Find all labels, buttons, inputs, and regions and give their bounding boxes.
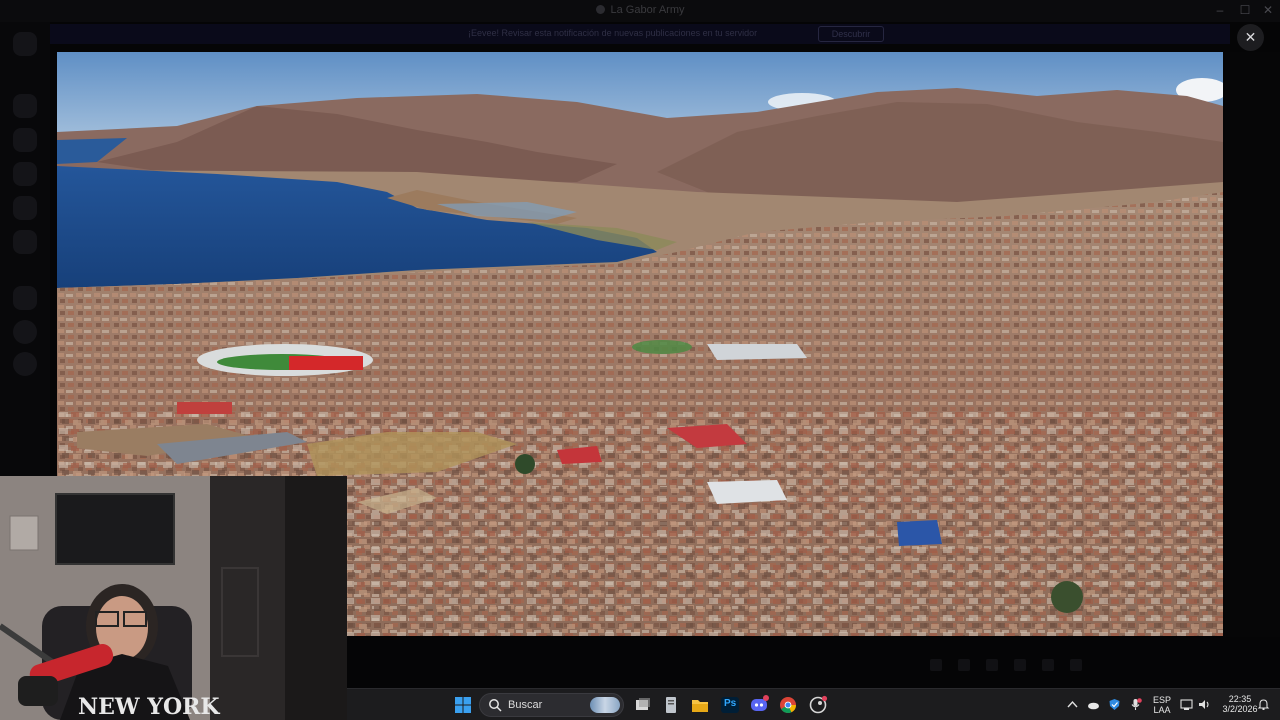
server-icon[interactable] bbox=[13, 162, 37, 186]
banner-button[interactable]: Descubrir bbox=[818, 26, 884, 42]
taskbar-app-notepad[interactable] bbox=[661, 695, 681, 715]
search-highlight-image bbox=[590, 697, 620, 713]
task-view-icon bbox=[636, 698, 650, 710]
webcam-feed-illustration: NEW YORK bbox=[0, 476, 347, 720]
steam-icon bbox=[809, 695, 828, 714]
microphone-icon[interactable] bbox=[1129, 698, 1142, 711]
banner-text: ¡Eevee! Revisar esta notificación de nue… bbox=[468, 28, 758, 38]
volume-icon[interactable] bbox=[1198, 698, 1211, 711]
taskbar-app-discord[interactable] bbox=[749, 695, 769, 715]
server-icon[interactable] bbox=[13, 286, 37, 310]
taskbar-search-box[interactable]: Buscar bbox=[479, 693, 624, 717]
security-shield-icon[interactable] bbox=[1108, 698, 1121, 711]
webcam-overlay: NEW YORK bbox=[0, 476, 347, 720]
toolbar-icon bbox=[986, 659, 998, 671]
background-window-title: La Gabor Army bbox=[0, 4, 1280, 16]
toolbar-icon bbox=[1014, 659, 1026, 671]
background-window-titlebar: La Gabor Army – ☐ ✕ bbox=[0, 0, 1280, 22]
maximize-icon[interactable]: ☐ bbox=[1233, 3, 1257, 17]
task-view-button[interactable] bbox=[633, 695, 653, 715]
keyboard-layout: LAA bbox=[1153, 705, 1171, 715]
taskbar-app-photoshop[interactable]: Ps bbox=[720, 695, 740, 715]
window-close-icon[interactable]: ✕ bbox=[1256, 3, 1280, 17]
taskbar-app-steam[interactable] bbox=[808, 695, 828, 715]
background-server-rail bbox=[0, 22, 50, 482]
network-icon[interactable] bbox=[1180, 698, 1193, 711]
toolbar-icon bbox=[1042, 659, 1054, 671]
windows-taskbar: Buscar Ps ESP LAA 22:35 3/2/2026 bbox=[347, 688, 1280, 720]
photoshop-label: Ps bbox=[724, 698, 737, 709]
windows-logo-icon bbox=[455, 697, 471, 713]
discord-icon bbox=[751, 695, 769, 711]
onedrive-icon[interactable] bbox=[1087, 698, 1100, 711]
notification-bell-icon[interactable] bbox=[1257, 698, 1270, 711]
chevron-up-icon[interactable] bbox=[1066, 698, 1079, 711]
screen: La Gabor Army – ☐ ✕ ¡Eevee! Revisar esta… bbox=[0, 0, 1280, 720]
viewer-close-button[interactable]: ✕ bbox=[1237, 24, 1264, 51]
taskbar-app-chrome[interactable] bbox=[778, 695, 798, 715]
app-logo-icon bbox=[595, 5, 605, 14]
background-notification-banner: ¡Eevee! Revisar esta notificación de nue… bbox=[40, 24, 1230, 44]
folder-icon bbox=[692, 700, 708, 712]
server-icon[interactable] bbox=[13, 196, 37, 220]
toolbar-icon bbox=[958, 659, 970, 671]
toolbar-icon bbox=[1070, 659, 1082, 671]
svg-text:NEW YORK: NEW YORK bbox=[78, 694, 220, 720]
search-placeholder: Buscar bbox=[508, 699, 543, 711]
server-icon[interactable] bbox=[13, 128, 37, 152]
search-icon bbox=[489, 699, 502, 712]
windows-start-button[interactable] bbox=[453, 695, 473, 715]
language-code: ESP bbox=[1152, 695, 1171, 705]
minimize-icon[interactable]: – bbox=[1208, 3, 1232, 17]
background-member-panel bbox=[1225, 52, 1280, 637]
toolbar-icon bbox=[930, 659, 942, 671]
server-icon[interactable] bbox=[13, 32, 37, 56]
notepad-icon bbox=[666, 697, 676, 713]
server-icon[interactable] bbox=[13, 230, 37, 254]
language-indicator[interactable]: ESP LAA bbox=[1147, 695, 1177, 715]
server-icon[interactable] bbox=[13, 94, 37, 118]
taskbar-app-file-explorer[interactable] bbox=[690, 695, 710, 715]
add-server-icon[interactable] bbox=[13, 320, 37, 344]
explore-icon[interactable] bbox=[13, 352, 37, 376]
background-toolbar bbox=[930, 658, 1220, 672]
chrome-icon bbox=[780, 697, 796, 713]
